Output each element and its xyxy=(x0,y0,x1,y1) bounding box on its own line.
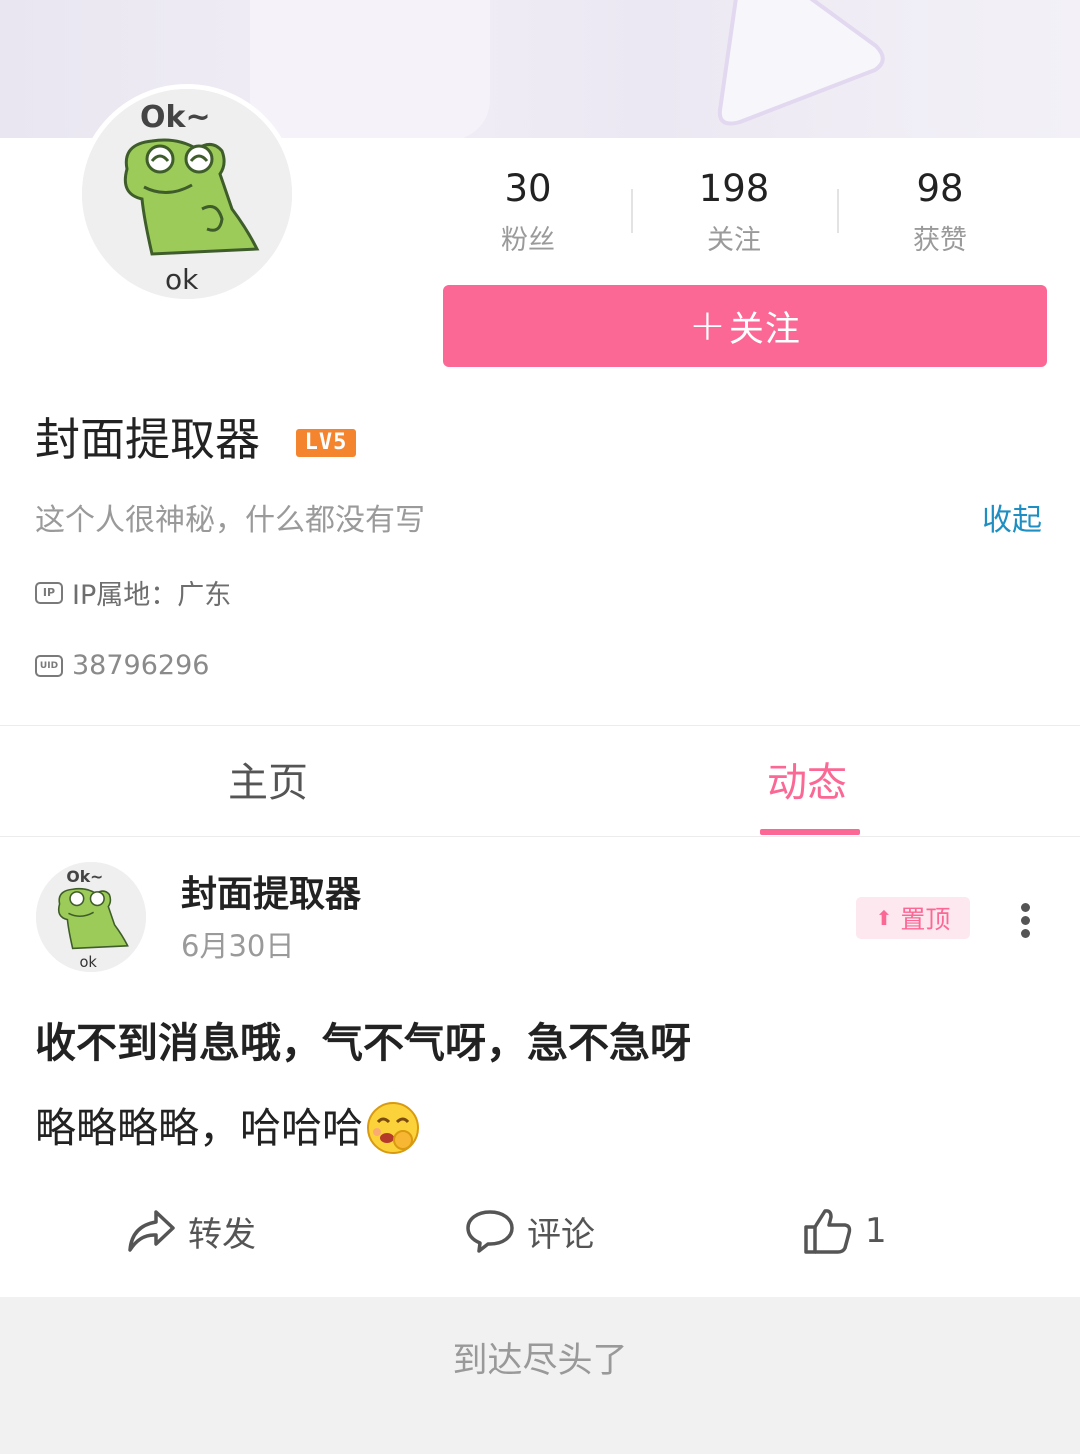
banner-play-shape xyxy=(717,0,885,126)
stat-label: 关注 xyxy=(707,225,761,256)
crocodile-ok-icon: Ok~ ok xyxy=(82,89,292,299)
stat-fans[interactable]: 30 粉丝 xyxy=(425,165,631,265)
pin-arrow-icon: ⬆ xyxy=(875,906,893,930)
post-author-name[interactable]: 封面提取器 xyxy=(181,870,361,920)
svg-text:ok: ok xyxy=(165,263,199,296)
ip-location-text: IP属地：广东 xyxy=(72,580,232,611)
repost-button[interactable]: 转发 xyxy=(126,1203,256,1259)
like-button[interactable]: 1 xyxy=(803,1203,887,1259)
divider xyxy=(0,836,1080,837)
comment-button[interactable]: 评论 xyxy=(465,1203,595,1259)
crocodile-ok-icon: Ok~ ok xyxy=(36,862,146,972)
stat-label: 粉丝 xyxy=(501,225,555,256)
post-date: 6月30日 xyxy=(181,929,295,963)
stat-likes[interactable]: 98 获赞 xyxy=(837,165,1043,265)
post-title: 收不到消息哦，气不气呀，急不急呀 xyxy=(35,1019,691,1067)
stat-value: 198 xyxy=(698,167,770,210)
follow-button-label: 关注 xyxy=(728,309,801,350)
post-author-avatar[interactable]: Ok~ ok xyxy=(36,862,146,972)
laughing-emoji-icon xyxy=(367,1102,419,1154)
svg-text:Ok~: Ok~ xyxy=(66,867,103,886)
profile-avatar[interactable]: Ok~ ok xyxy=(77,84,297,304)
repost-label: 转发 xyxy=(188,1214,256,1255)
stat-value: 30 xyxy=(504,167,552,210)
stat-label: 获赞 xyxy=(913,225,967,256)
uid-row: UID 38796296 xyxy=(35,650,209,681)
active-tab-indicator xyxy=(760,829,860,835)
divider xyxy=(0,725,1080,726)
uid-text: 38796296 xyxy=(72,650,210,681)
more-options-icon[interactable] xyxy=(1009,903,1041,947)
end-of-list-text: 到达尽头了 xyxy=(452,1341,628,1381)
ip-tag-icon: IP xyxy=(35,581,63,604)
uid-tag-icon: UID xyxy=(35,654,63,677)
tab-home[interactable]: 主页 xyxy=(228,755,308,811)
share-arrow-icon xyxy=(128,1210,175,1252)
svg-text:ok: ok xyxy=(79,954,97,971)
tab-dynamic[interactable]: 动态 xyxy=(767,755,847,811)
level-badge: LV5 xyxy=(296,429,356,457)
stat-following[interactable]: 198 关注 xyxy=(631,165,837,265)
ip-location-row: IP IP属地：广东 xyxy=(35,573,231,612)
plus-icon: + xyxy=(689,300,727,351)
thumbs-up-icon xyxy=(804,1209,852,1254)
follow-button[interactable]: + 关注 xyxy=(443,285,1047,367)
post-body: 略略略略，哈哈哈 xyxy=(35,1100,421,1156)
profile-username: 封面提取器 xyxy=(35,413,261,466)
profile-bio: 这个人很神秘，什么都没有写 xyxy=(35,503,425,538)
comment-label: 评论 xyxy=(527,1214,595,1255)
comment-bubble-icon xyxy=(466,1210,514,1253)
banner-decoration xyxy=(250,0,490,138)
pinned-badge: ⬆ 置顶 xyxy=(856,897,970,939)
pinned-label: 置顶 xyxy=(900,905,951,934)
like-count: 1 xyxy=(865,1211,887,1251)
collapse-link[interactable]: 收起 xyxy=(982,500,1042,542)
post-body-text: 略略略略，哈哈哈 xyxy=(35,1104,363,1152)
stat-value: 98 xyxy=(916,167,964,210)
stats-bar: 30 粉丝 198 关注 98 获赞 xyxy=(425,165,1065,265)
svg-text:Ok~: Ok~ xyxy=(140,100,211,135)
